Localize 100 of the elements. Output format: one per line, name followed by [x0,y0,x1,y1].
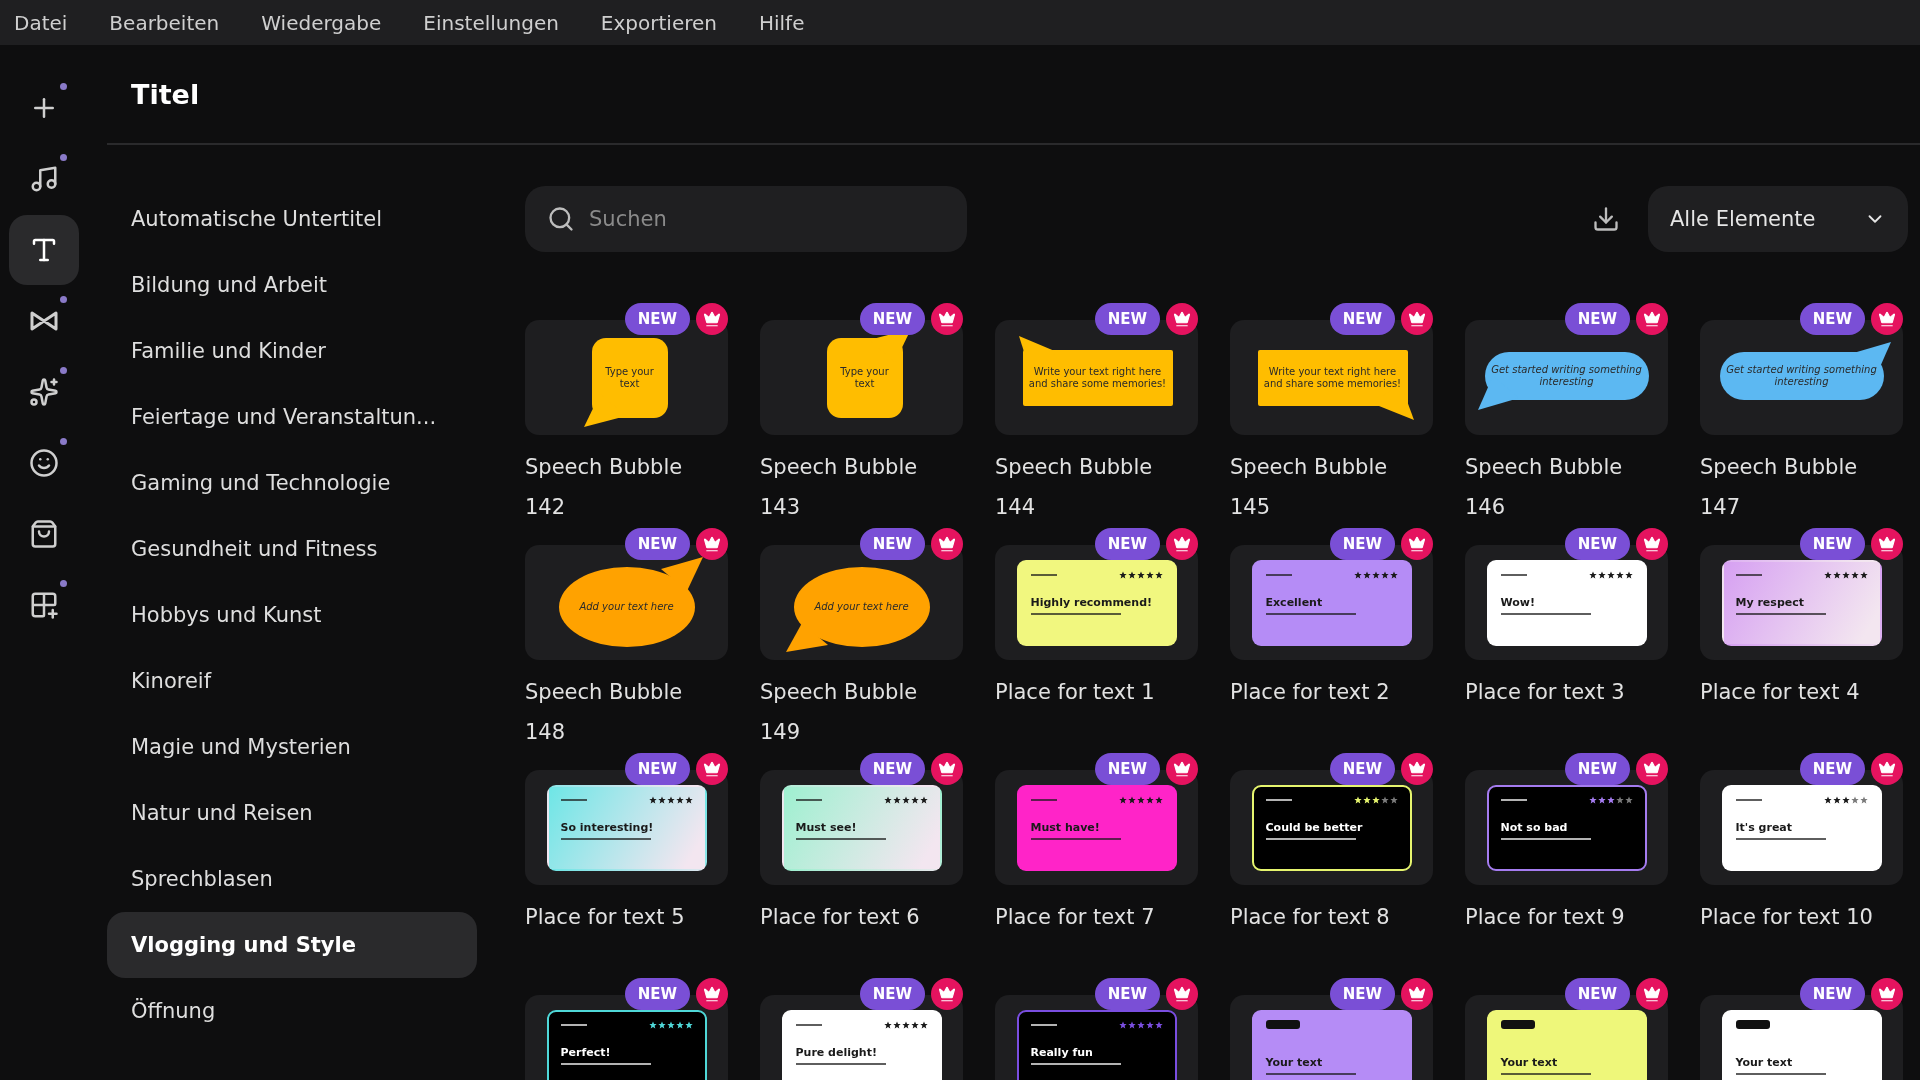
crown-icon [1408,985,1426,1003]
new-badge: NEW [1094,753,1160,785]
bubble-text: Get started writing something interesting [1490,363,1643,389]
card-headline: Not so bad [1500,820,1569,834]
new-badge: NEW [1329,753,1395,785]
category-item[interactable]: Natur und Reisen [107,780,477,846]
star-icon [1380,570,1389,579]
star-icon [1145,1020,1154,1029]
star-icon [648,795,657,804]
search-icon [547,205,575,233]
star-icon [1136,795,1145,804]
star-icon [1597,795,1606,804]
new-badge: NEW [1799,303,1865,335]
category-item[interactable]: Vlogging und Style [107,912,477,978]
star-icon [1353,795,1362,804]
template-title: Place for text 3 [1465,679,1626,706]
new-badge: NEW [624,528,690,560]
tag-label [1500,1020,1535,1029]
crown-icon [1643,535,1661,553]
star-icon [1154,570,1163,579]
template-title: Place for text 5 [525,904,686,931]
star-icon [1118,1020,1127,1029]
star-icon [1859,570,1868,579]
new-badge: NEW [1799,753,1865,785]
star-icon [1850,570,1859,579]
category-item[interactable]: Gaming und Technologie [107,450,477,516]
template-title: Speech Bubble 147 [1700,454,1859,521]
new-badge: NEW [859,978,925,1010]
new-badge: NEW [859,528,925,560]
filter-dropdown[interactable]: Alle Elemente [1648,186,1908,252]
star-icon [1127,570,1136,579]
menu-item[interactable]: Datei [4,10,78,35]
card-headline: Must have! [1030,820,1101,834]
template-title: Place for text 7 [995,904,1156,931]
star-icon [675,1020,684,1029]
crown-icon [1173,760,1191,778]
star-icon [1127,1020,1136,1029]
star-icon [901,1020,910,1029]
new-badge: NEW [1564,528,1630,560]
tag-label [1735,1020,1770,1029]
star-icon [684,1020,693,1029]
bubble-text: Write your text right here and share some memories! [1027,365,1168,391]
star-icon [1127,795,1136,804]
card-headline: Really fun [1030,1045,1094,1059]
menu-item[interactable]: Einstellungen [413,10,569,35]
menu-item[interactable]: Exportieren [590,10,727,35]
category-item[interactable]: Feiertage und Veranstaltun... [107,384,477,450]
menu-item[interactable]: Wiedergabe [251,10,392,35]
template-title: Place for text 10 [1700,904,1874,931]
card-headline: Your text [1735,1055,1794,1069]
card-headline: Your text [1500,1055,1559,1069]
category-item[interactable]: Familie und Kinder [107,318,477,384]
indicator-dot [60,154,67,161]
crown-icon [1408,535,1426,553]
menu-item[interactable]: Bearbeiten [99,10,230,35]
template-title: Speech Bubble 145 [1230,454,1389,521]
star-icon [1841,570,1850,579]
category-item[interactable]: Öffnung [107,978,477,1044]
star-icon [1615,570,1624,579]
new-badge: NEW [624,978,690,1010]
star-icon [1136,1020,1145,1029]
new-badge: NEW [1329,528,1395,560]
star-icon [1588,570,1597,579]
star-icon [901,795,910,804]
category-item[interactable]: Hobbys und Kunst [107,582,477,648]
category-item[interactable]: Bildung und Arbeit [107,252,477,318]
star-icon [684,795,693,804]
star-icon [1154,1020,1163,1029]
star-icon [883,1020,892,1029]
sidebar-tool-button[interactable] [9,215,79,285]
card-headline: Your text [1265,1055,1324,1069]
apps-grid-icon [29,590,59,620]
crown-icon [938,985,956,1003]
star-icon [892,795,901,804]
star-icon [1136,570,1145,579]
card-headline: Wow! [1500,595,1536,609]
bubble-text: Write your text right here and share some memories! [1262,365,1403,391]
new-badge: NEW [1564,303,1630,335]
category-item[interactable]: Automatische Untertitel [107,186,477,252]
menu-item[interactable]: Hilfe [748,10,815,35]
template-title: Speech Bubble 146 [1465,454,1624,521]
new-badge: NEW [859,303,925,335]
star-icon [1362,570,1371,579]
card-headline: Highly recommend! [1030,595,1154,609]
category-item[interactable]: Magie und Mysterien [107,714,477,780]
star-icon [1850,795,1859,804]
star-icon [1823,795,1832,804]
crown-icon [703,310,721,328]
bag-icon [29,519,59,549]
star-icon [1362,795,1371,804]
bubble-text: Add your text here [578,599,675,614]
category-item[interactable]: Gesundheit und Fitness [107,516,477,582]
template-title: Speech Bubble 142 [525,454,684,521]
sparkles-icon [29,377,59,407]
category-item[interactable]: Kinoreif [107,648,477,714]
star-icon [666,795,675,804]
category-item[interactable]: Sprechblasen [107,846,477,912]
star-icon [1624,570,1633,579]
star-icon [919,1020,928,1029]
template-title: Place for text 6 [760,904,921,931]
